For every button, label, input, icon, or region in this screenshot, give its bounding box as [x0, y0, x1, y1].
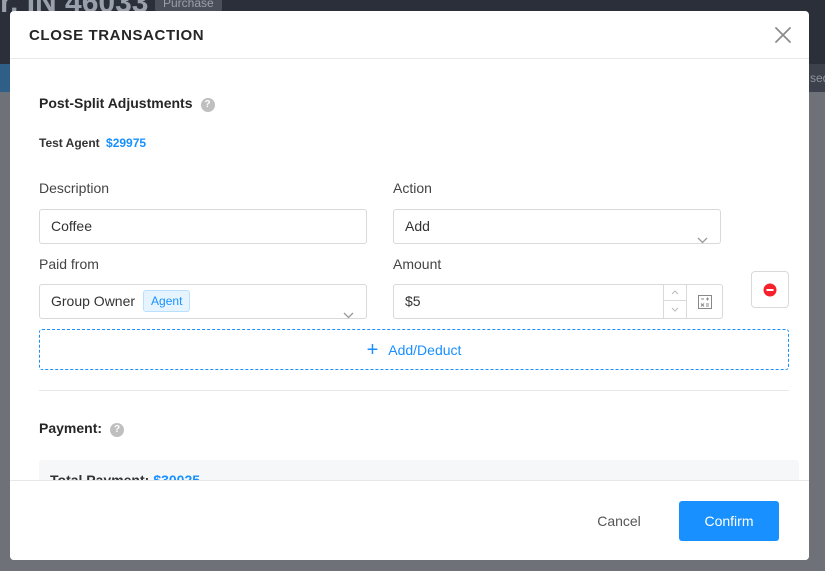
modal-header: CLOSE TRANSACTION	[10, 11, 809, 59]
description-value: Coffee	[51, 218, 92, 234]
cancel-button[interactable]: Cancel	[572, 501, 666, 541]
post-split-adjustments-heading: Post-Split Adjustments?	[39, 95, 215, 112]
close-icon[interactable]	[773, 25, 793, 45]
action-select[interactable]: Add	[393, 209, 721, 244]
paid-from-select[interactable]: Group Owner Agent	[39, 284, 367, 319]
action-value: Add	[405, 218, 430, 234]
remove-adjustment-button[interactable]	[751, 271, 789, 308]
plus-icon: +	[366, 338, 379, 361]
amount-input[interactable]: $5	[393, 284, 723, 319]
close-transaction-modal: CLOSE TRANSACTION Post-Split Adjustments…	[10, 11, 809, 560]
paid-from-label: Paid from	[39, 256, 99, 272]
confirm-button[interactable]: Confirm	[679, 501, 779, 541]
payment-heading: Payment:?	[39, 420, 125, 437]
background-right-snippet: sed	[808, 64, 825, 92]
stepper-up-icon[interactable]	[664, 285, 686, 301]
chevron-down-icon	[343, 298, 354, 331]
add-deduct-button[interactable]: + Add/Deduct	[39, 329, 789, 370]
stepper-down-icon[interactable]	[664, 301, 686, 317]
description-label: Description	[39, 180, 110, 196]
agent-name: Test Agent	[39, 136, 100, 150]
total-payment-box: Total Payment: $30025	[39, 460, 799, 481]
modal-title: CLOSE TRANSACTION	[29, 27, 205, 44]
amount-label: Amount	[393, 256, 442, 272]
question-circle-icon[interactable]: ?	[110, 423, 125, 437]
add-deduct-label: Add/Deduct	[388, 341, 462, 358]
background-strip	[0, 64, 10, 92]
post-split-adjustments-title: Post-Split Adjustments	[39, 95, 193, 111]
chevron-down-icon	[697, 223, 708, 256]
modal-footer: Cancel Confirm	[10, 480, 809, 560]
calculator-icon[interactable]	[686, 285, 722, 318]
minus-circle-icon	[763, 283, 777, 296]
paid-from-value: Group Owner	[51, 293, 136, 309]
section-divider	[39, 390, 789, 391]
agent-line: Test Agent $29975	[39, 136, 146, 150]
action-label: Action	[393, 180, 432, 196]
question-circle-icon[interactable]: ?	[200, 98, 215, 112]
payment-title: Payment:	[39, 420, 103, 436]
agent-tag: Agent	[143, 290, 191, 312]
agent-amount: $29975	[106, 136, 147, 150]
description-input[interactable]: Coffee	[39, 209, 367, 244]
amount-value: $5	[405, 293, 421, 309]
modal-body: Post-Split Adjustments? Test Agent $2997…	[10, 60, 809, 481]
amount-stepper	[663, 285, 686, 318]
